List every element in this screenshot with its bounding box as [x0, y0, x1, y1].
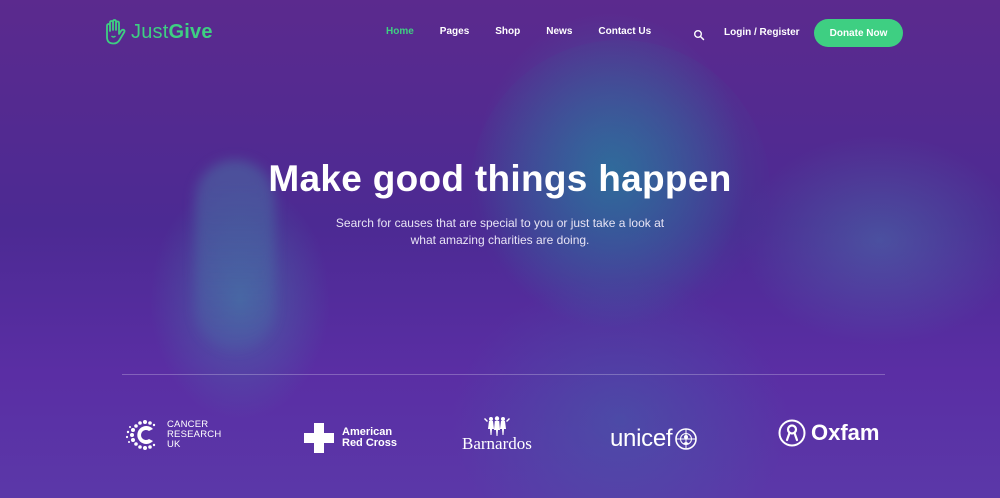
partner-american-red-cross[interactable]: American Red Cross: [303, 422, 397, 454]
oxfam-text: Oxfam: [811, 420, 880, 445]
nav-home[interactable]: Home: [386, 26, 414, 37]
nav-news[interactable]: News: [546, 26, 572, 37]
donate-now-button[interactable]: Donate Now: [814, 19, 903, 47]
hero-section: JustGive Home Pages Shop News Contact Us…: [0, 0, 1000, 498]
hero-headline: Make good things happen: [268, 158, 732, 199]
partner-oxfam[interactable]: Oxfam: [778, 419, 879, 447]
red-cross-icon: [304, 423, 334, 453]
partner-unicef[interactable]: unicef: [610, 425, 698, 453]
hero-subtext-line2: what amazing charities are doing.: [410, 233, 590, 247]
section-divider: [122, 374, 885, 375]
search-button[interactable]: [693, 28, 705, 41]
partner-logos: CANCER RESEARCH UK American Red Cross Ba…: [0, 410, 1000, 460]
oxfam-circle-icon: [778, 419, 806, 447]
cancer-research-logo-icon: [125, 420, 156, 450]
hero-subtext: Search for causes that are special to yo…: [0, 215, 1000, 249]
barnardos-figures-icon: [483, 416, 510, 436]
nav-pages[interactable]: Pages: [440, 26, 469, 37]
main-nav: Home Pages Shop News Contact Us: [386, 26, 677, 37]
site-logo[interactable]: JustGive: [103, 19, 213, 45]
nav-shop[interactable]: Shop: [495, 26, 520, 37]
site-header: JustGive Home Pages Shop News Contact Us…: [0, 0, 1000, 64]
unicef-globe-icon: [675, 428, 698, 450]
hero-subtext-line1: Search for causes that are special to yo…: [335, 216, 665, 230]
partner-cancer-research-uk[interactable]: CANCER RESEARCH UK: [125, 418, 221, 452]
partner-barnardos[interactable]: Barnardos: [462, 416, 532, 454]
nav-contact-us[interactable]: Contact Us: [598, 26, 651, 37]
search-icon: [694, 30, 705, 41]
unicef-text: unicef: [610, 425, 673, 452]
red-cross-text: American Red Cross: [342, 426, 398, 449]
hand-icon: [106, 19, 126, 45]
barnardos-text: Barnardos: [462, 434, 532, 453]
logo-text: JustGive: [131, 20, 213, 43]
cancer-research-text: CANCER RESEARCH UK: [167, 419, 222, 450]
login-register-link[interactable]: Login / Register: [724, 27, 800, 38]
